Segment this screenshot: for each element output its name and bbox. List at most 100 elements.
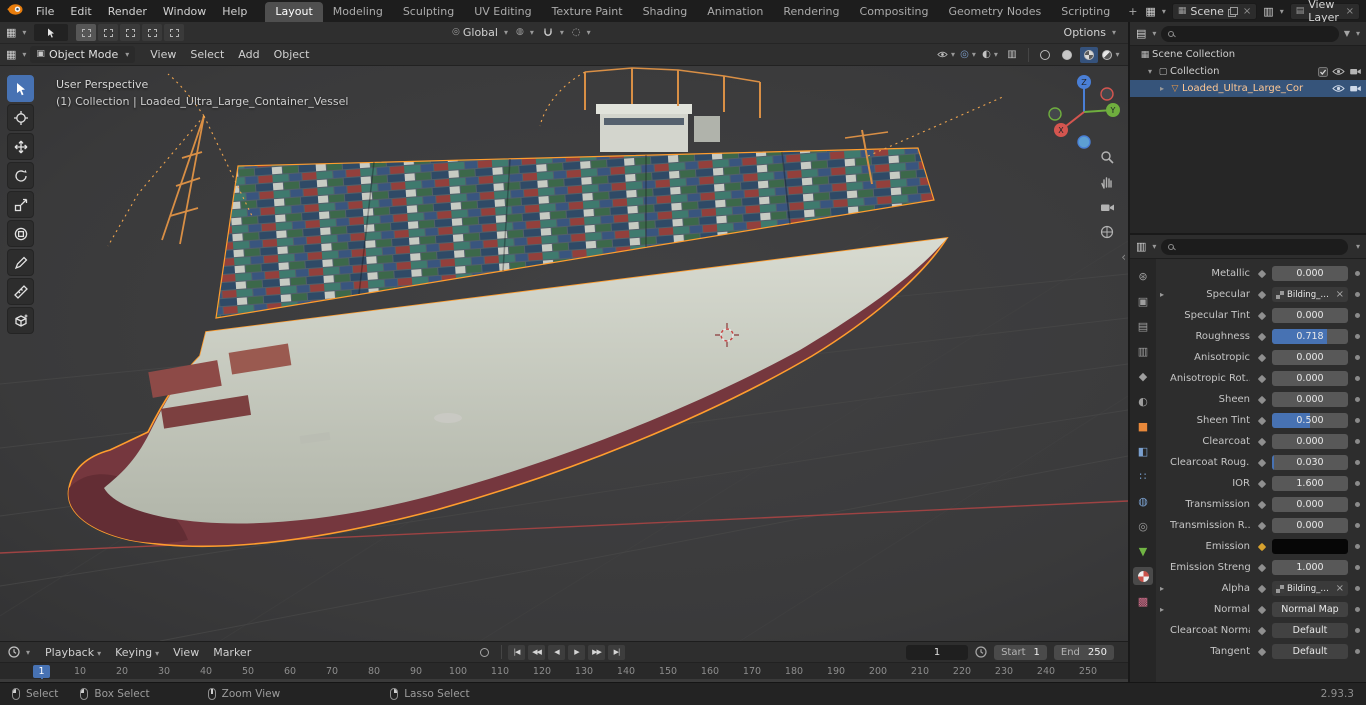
workspace-tab[interactable]: Shading <box>633 2 698 22</box>
transform-orientation-dropdown[interactable]: ◎ Global ▾ <box>452 26 508 39</box>
shading-rendered-button[interactable]: ▾ <box>1102 47 1120 63</box>
frame-end-field[interactable]: End 250 <box>1053 644 1114 660</box>
keyframe-decorator-icon[interactable] <box>1355 334 1360 339</box>
keyframe-decorator-icon[interactable] <box>1355 607 1360 612</box>
mode-dropdown[interactable]: ▣ Object Mode ▾ <box>30 46 136 63</box>
select-mode-invert[interactable] <box>142 24 163 41</box>
keyframe-decorator-icon[interactable] <box>1355 586 1360 591</box>
hide-eye-icon[interactable] <box>1332 84 1345 93</box>
active-tool-button[interactable] <box>34 24 69 41</box>
property-value-field[interactable]: 0.000 <box>1272 350 1348 365</box>
properties-editor-type-dropdown[interactable]: ▥ ▾ <box>1136 241 1156 252</box>
measure-tool[interactable] <box>7 278 34 305</box>
annotate-tool[interactable] <box>7 249 34 276</box>
menu-item[interactable]: Help <box>214 2 255 21</box>
select-box-tool[interactable] <box>7 75 34 102</box>
property-value-field[interactable]: 1.000 <box>1272 560 1348 575</box>
outliner-row-collection[interactable]: ▾ ▢ Collection <box>1130 63 1366 80</box>
keyframe-decorator-icon[interactable] <box>1355 544 1360 549</box>
property-value-field[interactable]: Bilding_To...pacity.png <box>1272 581 1348 596</box>
world-properties-icon[interactable]: ◐ <box>1133 392 1153 410</box>
editor-type-dropdown[interactable]: ▦ ▾ <box>6 27 26 38</box>
property-value-field[interactable]: 1.600 <box>1272 476 1348 491</box>
workspace-tab[interactable]: Rendering <box>773 2 849 22</box>
particles-properties-icon[interactable]: ∷ <box>1133 467 1153 485</box>
transport-button[interactable]: ◀ <box>548 644 565 660</box>
object-properties-icon[interactable]: ■ <box>1133 417 1153 435</box>
render-properties-icon[interactable]: ▣ <box>1133 292 1153 310</box>
select-mode-set[interactable] <box>76 24 97 41</box>
timeline-menu-item[interactable]: Keying ▾ <box>108 644 166 661</box>
new-scene-icon[interactable] <box>1227 6 1238 17</box>
view-layer-selector[interactable]: ▤ View Layer × <box>1289 0 1360 24</box>
checkbox-icon[interactable] <box>1318 66 1328 77</box>
workspace-tab[interactable]: Geometry Nodes <box>938 2 1051 22</box>
workspace-tab[interactable]: Scripting <box>1051 2 1120 22</box>
object-data-properties-icon[interactable]: ▼ <box>1133 542 1153 560</box>
workspace-tab[interactable]: UV Editing <box>464 2 541 22</box>
keyframe-decorator-icon[interactable] <box>1355 565 1360 570</box>
select-mode-extend[interactable] <box>98 24 119 41</box>
property-value-field[interactable]: 0.030 <box>1272 455 1348 470</box>
tool-properties-icon[interactable]: ⊛ <box>1133 267 1153 285</box>
expand-icon[interactable]: ▸ <box>1156 84 1168 93</box>
clear-texture-icon[interactable] <box>1334 583 1348 594</box>
clear-texture-icon[interactable] <box>1334 289 1348 300</box>
menu-item[interactable]: Render <box>100 2 155 21</box>
constraints-properties-icon[interactable]: ◎ <box>1133 517 1153 535</box>
property-value-field[interactable]: Bilding_To...ecular.png <box>1272 287 1348 302</box>
editor-mode-dropdown[interactable]: ▦ ▾ <box>1145 6 1165 17</box>
unlink-scene-icon[interactable]: × <box>1241 6 1251 17</box>
playhead[interactable]: 1 <box>33 665 50 678</box>
scale-tool[interactable] <box>7 191 34 218</box>
add-cube-tool[interactable] <box>7 307 34 334</box>
pan-view-button[interactable] <box>1096 171 1118 193</box>
transform-tool[interactable] <box>7 220 34 247</box>
keyframe-decorator-icon[interactable] <box>1355 481 1360 486</box>
workspace-tab[interactable]: Modeling <box>323 2 393 22</box>
properties-options-icon[interactable]: ▾ <box>1356 242 1360 251</box>
outliner-editor-type-dropdown[interactable]: ▤ ▾ <box>1136 28 1156 39</box>
workspace-tab[interactable]: Layout <box>265 2 323 22</box>
pivot-point-dropdown[interactable]: ◍ ▾ <box>516 28 534 38</box>
xray-toggle[interactable]: ▥ <box>1003 47 1021 63</box>
outliner-row-object[interactable]: ▸ ▽ Loaded_Ultra_Large_Cor <box>1130 80 1366 97</box>
keyframe-decorator-icon[interactable] <box>1355 397 1360 402</box>
output-properties-icon[interactable]: ▤ <box>1133 317 1153 335</box>
property-value-field[interactable]: Normal Map <box>1272 602 1348 617</box>
viewport-editor-type-dropdown[interactable]: ▦ ▾ <box>6 49 26 60</box>
property-value-field[interactable]: 0.000 <box>1272 392 1348 407</box>
workspace-tab[interactable]: Sculpting <box>393 2 464 22</box>
add-workspace-button[interactable]: + <box>1120 2 1145 21</box>
keyframe-decorator-icon[interactable] <box>1355 628 1360 633</box>
property-value-field[interactable] <box>1272 539 1348 554</box>
property-value-field[interactable]: 0.000 <box>1272 497 1348 512</box>
transport-button[interactable]: ◀◀ <box>528 644 545 660</box>
property-value-field[interactable]: 0.000 <box>1272 371 1348 386</box>
view-layer-properties-icon[interactable]: ▥ <box>1133 342 1153 360</box>
keyframe-decorator-icon[interactable] <box>1355 376 1360 381</box>
keyframe-decorator-icon[interactable] <box>1355 523 1360 528</box>
keyframe-decorator-icon[interactable] <box>1355 355 1360 360</box>
expand-icon[interactable]: ▾ <box>1144 67 1156 76</box>
playback-range-clock-icon[interactable] <box>975 646 987 658</box>
expand-icon[interactable]: ▸ <box>1160 584 1170 593</box>
timeline-menu-item[interactable]: View▾ <box>166 644 206 661</box>
shading-solid-button[interactable] <box>1058 47 1076 63</box>
properties-search-input[interactable] <box>1161 238 1348 255</box>
viewport-menu-item[interactable]: Add <box>231 45 266 64</box>
gizmos-dropdown[interactable]: ◎ ▾ <box>959 47 977 63</box>
shading-wireframe-button[interactable] <box>1036 47 1054 63</box>
hide-eye-icon[interactable] <box>1332 67 1345 76</box>
keyframe-decorator-icon[interactable] <box>1355 502 1360 507</box>
menu-item[interactable]: Window <box>155 2 214 21</box>
material-properties-icon[interactable] <box>1133 567 1153 585</box>
transport-button[interactable]: ▶▶ <box>588 644 605 660</box>
auto-key-record-icon[interactable] <box>480 647 489 657</box>
scene-properties-icon[interactable]: ◆ <box>1133 367 1153 385</box>
cursor-tool[interactable] <box>7 104 34 131</box>
ortho-toggle-button[interactable] <box>1096 221 1118 243</box>
disable-render-icon[interactable] <box>1349 84 1362 93</box>
shading-material-button[interactable] <box>1080 46 1098 63</box>
keyframe-decorator-icon[interactable] <box>1355 649 1360 654</box>
